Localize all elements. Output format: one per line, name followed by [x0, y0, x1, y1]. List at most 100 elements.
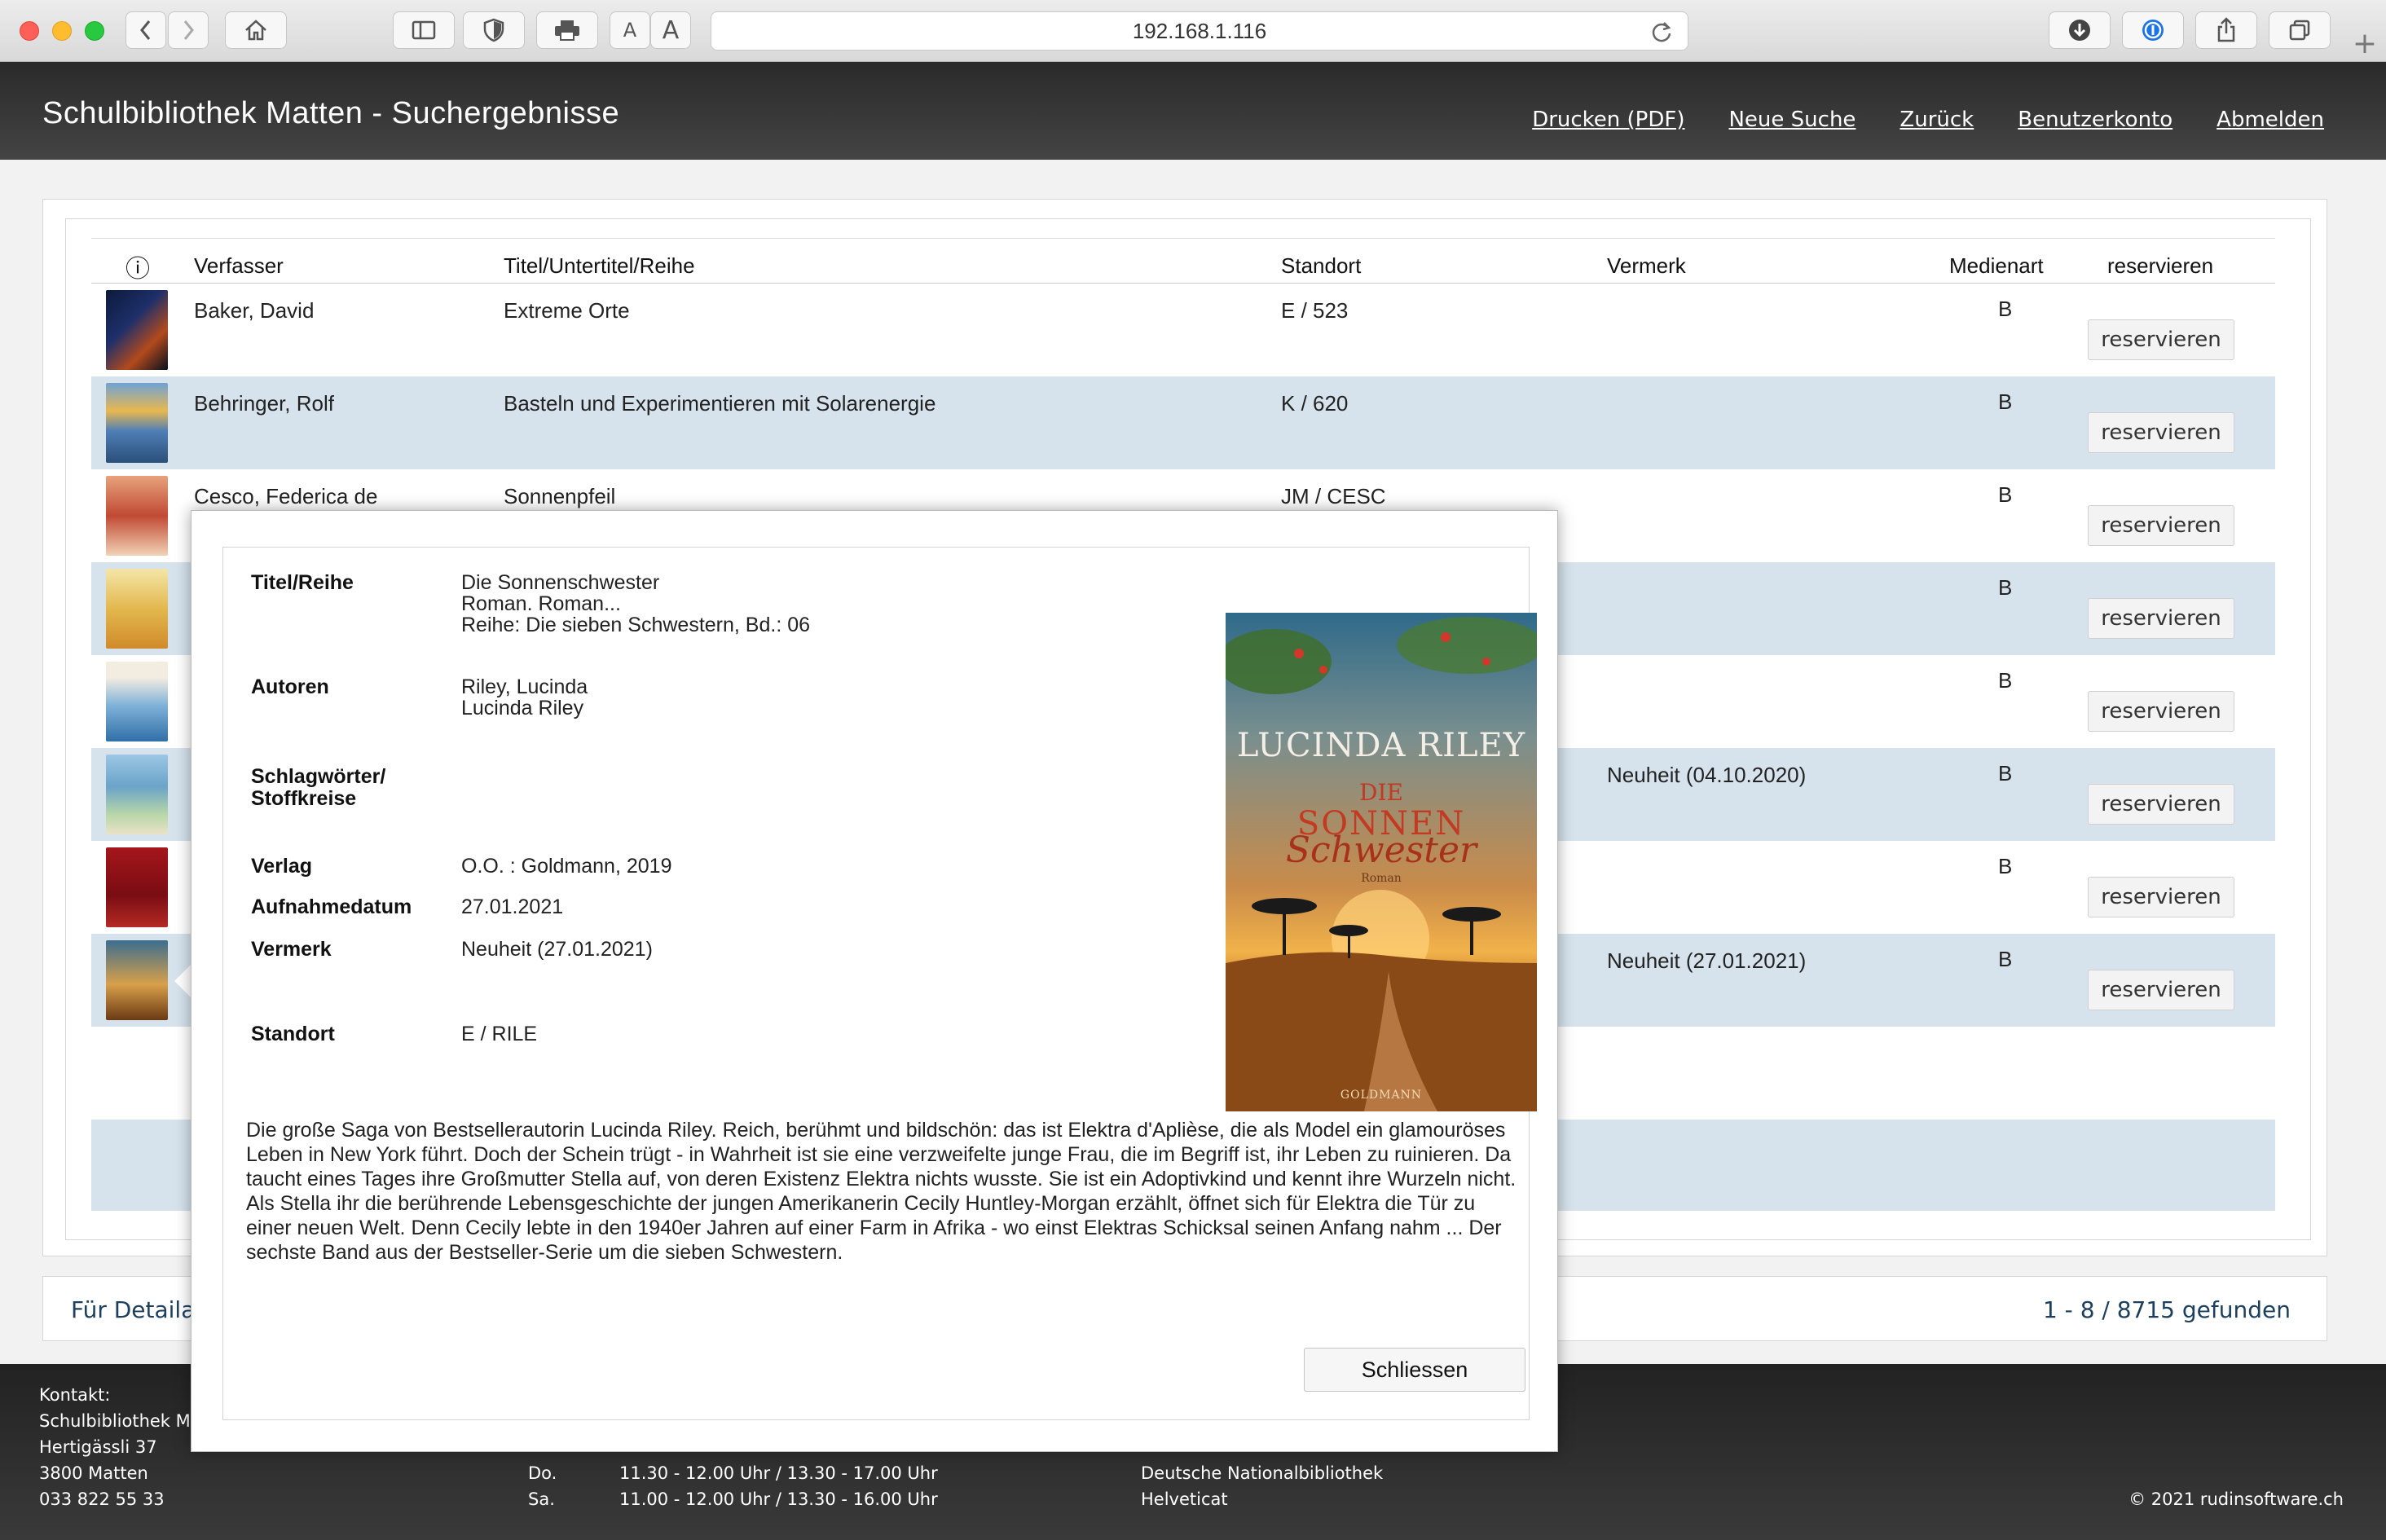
label-keywords: Schlagwörter/ Stoffkreise [251, 765, 386, 810]
status-hint: Für Detailan [71, 1296, 210, 1323]
book-cover-thumbnail[interactable] [106, 940, 168, 1020]
back-button[interactable] [125, 11, 166, 49]
forward-button[interactable] [168, 11, 209, 49]
media-cell: B [1998, 389, 2013, 414]
nav-account[interactable]: Benutzerkonto [2018, 108, 2172, 132]
contact-street: Hertigässli 37 [39, 1437, 157, 1457]
browser-toolbar: A A 192.168.1.116 + [0, 0, 2386, 62]
nav-print-pdf[interactable]: Drucken (PDF) [1532, 108, 1684, 132]
top-nav: Drucken (PDF) Neue Suche Zurück Benutzer… [1488, 108, 2324, 132]
media-cell: B [1998, 297, 2013, 321]
dialog-frame: Titel/Reihe Die Sonnenschwester Roman. R… [222, 547, 1537, 1420]
reserve-button[interactable]: reservieren [2088, 598, 2234, 639]
note-cell: Neuheit (27.01.2021) [1607, 948, 1807, 973]
result-count: 1 - 8 / 8715 gefunden [2042, 1296, 2291, 1323]
author-cell: Baker, David [194, 298, 315, 323]
chevron-right-icon [183, 20, 194, 40]
reserve-button[interactable]: reservieren [2088, 970, 2234, 1010]
home-icon [245, 20, 266, 41]
title-cell: Extreme Orte [504, 298, 630, 323]
minimize-window-button[interactable] [52, 21, 72, 41]
book-cover-thumbnail[interactable] [106, 383, 168, 463]
chevron-left-icon [140, 20, 151, 40]
footer-link-helveticat[interactable]: Helveticat [1141, 1489, 1228, 1509]
table-row[interactable]: Baker, David Extreme Orte E / 523 B rese… [91, 284, 2275, 376]
col-location[interactable]: Standort [1281, 253, 1361, 279]
title-cell: Basteln und Experimentieren mit Solarene… [504, 391, 936, 416]
label-publisher: Verlag [251, 855, 313, 878]
reserve-button[interactable]: reservieren [2088, 691, 2234, 732]
table-header: ⓘ Verfasser Titel/Untertitel/Reihe Stand… [91, 238, 2275, 284]
hours-day: Sa. [528, 1489, 555, 1509]
privacy-button[interactable] [463, 11, 525, 49]
text-smaller-button[interactable]: A [610, 11, 650, 49]
printer-icon [555, 20, 579, 41]
print-button[interactable] [536, 11, 598, 49]
reserve-button[interactable]: reservieren [2088, 319, 2234, 360]
col-media[interactable]: Medienart [1949, 253, 2044, 279]
onepassword-icon [2142, 20, 2164, 41]
cover-author: LUCINDA RILEY [1236, 727, 1526, 764]
col-note[interactable]: Vermerk [1607, 253, 1686, 279]
reserve-button[interactable]: reservieren [2088, 505, 2234, 546]
note-cell: Neuheit (04.10.2020) [1607, 763, 1807, 787]
close-window-button[interactable] [20, 21, 39, 41]
reserve-button[interactable]: reservieren [2088, 412, 2234, 453]
book-cover-thumbnail[interactable] [106, 755, 168, 834]
popover-arrow [174, 963, 192, 999]
nav-back[interactable]: Zurück [1900, 108, 1974, 132]
contact-phone: 033 822 55 33 [39, 1489, 165, 1509]
close-dialog-button[interactable]: Schliessen [1304, 1348, 1525, 1392]
downloads-button[interactable] [2049, 11, 2111, 49]
label-authors: Autoren [251, 675, 329, 698]
page-title: Schulbibliothek Matten - Suchergebnisse [42, 96, 620, 130]
book-cover-thumbnail[interactable] [106, 569, 168, 649]
book-cover-thumbnail[interactable] [106, 476, 168, 556]
url-text: 192.168.1.116 [1132, 18, 1267, 43]
cover-title-3: Schwester [1285, 829, 1477, 871]
address-bar[interactable]: 192.168.1.116 [711, 11, 1688, 51]
new-tab-button[interactable]: + [2349, 28, 2381, 60]
reserve-button[interactable]: reservieren [2088, 877, 2234, 917]
media-cell: B [1998, 668, 2013, 693]
title-cell: Sonnenpfeil [504, 484, 616, 508]
table-row[interactable]: Behringer, Rolf Basteln und Experimentie… [91, 376, 2275, 469]
tabs-overview-button[interactable] [2269, 11, 2331, 49]
book-cover-thumbnail[interactable] [106, 290, 168, 370]
share-button[interactable] [2195, 11, 2257, 49]
info-icon: ⓘ [125, 255, 150, 284]
value-note: Neuheit (27.01.2021) [461, 938, 653, 961]
cover-publisher: GOLDMANN [1340, 1089, 1423, 1102]
book-cover-thumbnail[interactable] [106, 847, 168, 927]
zoom-window-button[interactable] [85, 21, 104, 41]
download-icon [2069, 20, 2090, 41]
nav-new-search[interactable]: Neue Suche [1728, 108, 1856, 132]
footer-link-dnb[interactable]: Deutsche Nationalbibliothek [1141, 1463, 1383, 1483]
reload-icon[interactable] [1650, 20, 1673, 43]
book-cover-thumbnail[interactable] [106, 662, 168, 741]
site-header: Schulbibliothek Matten - Suchergebnisse … [0, 62, 2386, 160]
home-button[interactable] [225, 11, 287, 49]
book-cover-image: LUCINDA RILEY DIE SONNEN Schwester Roman… [1226, 613, 1537, 1111]
contact-label: Kontakt: [39, 1385, 111, 1405]
label-date: Aufnahmedatum [251, 895, 412, 918]
media-cell: B [1998, 947, 2013, 971]
label-location: Standort [251, 1023, 335, 1045]
col-reserve: reservieren [2107, 253, 2214, 278]
copyright: © 2021 rudinsoftware.ch [2128, 1489, 2344, 1509]
password-manager-button[interactable] [2122, 11, 2184, 49]
nav-logout[interactable]: Abmelden [2217, 108, 2324, 132]
text-larger-button[interactable]: A [650, 11, 691, 49]
cover-genre: Roman [1361, 872, 1402, 885]
contact-city: 3800 Matten [39, 1463, 148, 1483]
media-cell: B [1998, 575, 2013, 600]
hours-time: 11.30 - 12.00 Uhr / 13.30 - 17.00 Uhr [619, 1463, 938, 1483]
sidebar-button[interactable] [393, 11, 455, 49]
tabs-icon [2289, 20, 2310, 41]
col-title[interactable]: Titel/Untertitel/Reihe [504, 253, 695, 279]
book-detail-dialog: Titel/Reihe Die Sonnenschwester Roman. R… [191, 510, 1558, 1452]
col-author[interactable]: Verfasser [194, 253, 284, 279]
shield-icon [483, 18, 504, 42]
media-cell: B [1998, 482, 2013, 507]
reserve-button[interactable]: reservieren [2088, 784, 2234, 825]
